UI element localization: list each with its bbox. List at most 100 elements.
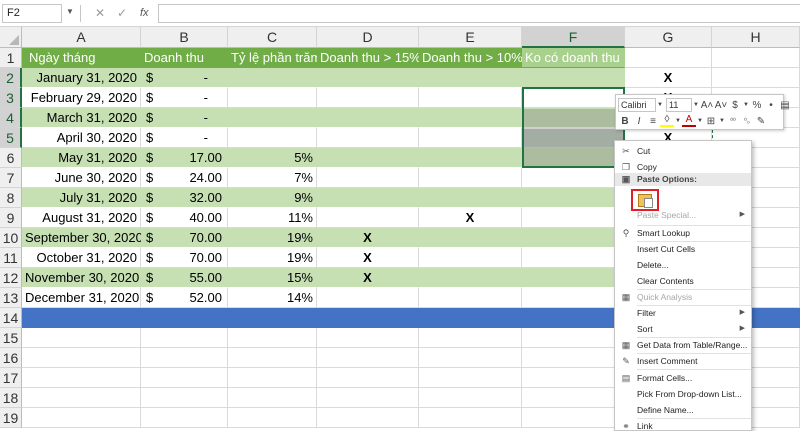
row-header[interactable]: 1 bbox=[0, 48, 22, 68]
cell-revenue[interactable]: $ - bbox=[141, 108, 228, 128]
cell-percent[interactable]: 14% bbox=[228, 288, 317, 308]
cell-no-revenue[interactable] bbox=[522, 288, 625, 308]
menu-item-link[interactable]: ⚭ Link bbox=[615, 418, 751, 431]
cell-revenue[interactable]: $ - bbox=[141, 128, 228, 148]
cell-revenue[interactable]: $17.00 bbox=[141, 148, 228, 168]
cell-date[interactable]: September 30, 2020 bbox=[22, 228, 143, 248]
row-header[interactable]: 4 bbox=[0, 108, 22, 128]
font-dropdown-icon[interactable]: ▼ bbox=[656, 102, 664, 108]
menu-item-sort[interactable]: Sort ▶ bbox=[615, 321, 751, 337]
cell-revenue-15[interactable]: X bbox=[317, 228, 419, 248]
cell-percent[interactable]: 19% bbox=[228, 248, 317, 268]
cell-revenue-10[interactable] bbox=[419, 188, 522, 208]
menu-item-cut[interactable]: ✂ Cut bbox=[615, 143, 751, 159]
cell-percent[interactable]: 15% bbox=[228, 268, 317, 288]
cancel-icon[interactable]: ✕ bbox=[95, 5, 105, 22]
insert-function-icon[interactable]: fx bbox=[140, 5, 149, 22]
row-header[interactable]: 15 bbox=[0, 328, 22, 348]
cell[interactable] bbox=[22, 308, 141, 328]
row-header[interactable]: 16 bbox=[0, 348, 22, 368]
cell-revenue-10[interactable] bbox=[419, 288, 522, 308]
align-icon[interactable]: ≡ bbox=[646, 116, 660, 127]
row-header[interactable]: 6 bbox=[0, 148, 22, 168]
cell[interactable] bbox=[419, 348, 522, 368]
column-header-b[interactable]: B bbox=[141, 27, 228, 48]
cell-date[interactable]: December 31, 2020 bbox=[22, 288, 141, 308]
cell-percent[interactable]: 19% bbox=[228, 228, 317, 248]
cell[interactable] bbox=[22, 368, 141, 388]
column-header-a[interactable]: A bbox=[22, 27, 141, 48]
cell-revenue-10[interactable] bbox=[419, 248, 522, 268]
cell-revenue-15[interactable] bbox=[317, 128, 419, 148]
cell[interactable] bbox=[22, 328, 141, 348]
cell-revenue-15[interactable] bbox=[317, 168, 419, 188]
cell[interactable] bbox=[419, 408, 522, 428]
cell-date[interactable]: February 29, 2020 bbox=[22, 88, 141, 108]
cell-percent[interactable] bbox=[228, 108, 317, 128]
cell-revenue-15[interactable] bbox=[317, 188, 419, 208]
cell-date[interactable]: November 30, 2020 bbox=[22, 268, 141, 288]
cell-no-revenue[interactable] bbox=[522, 68, 625, 88]
column-header-e[interactable]: E bbox=[419, 27, 522, 48]
column-header-g[interactable]: G bbox=[625, 27, 712, 48]
size-dropdown-icon[interactable]: ▼ bbox=[692, 102, 700, 108]
cell-no-revenue[interactable] bbox=[522, 268, 625, 288]
cell[interactable] bbox=[317, 408, 419, 428]
column-header-d[interactable]: D bbox=[317, 27, 419, 48]
cell[interactable]: Doanh thu > 10% bbox=[419, 48, 523, 68]
cell-no-revenue[interactable] bbox=[522, 208, 625, 228]
row-header[interactable]: 9 bbox=[0, 208, 22, 228]
cell[interactable] bbox=[228, 308, 317, 328]
menu-item-format-cells[interactable]: ▤ Format Cells... bbox=[615, 370, 751, 386]
cell-revenue[interactable]: $70.00 bbox=[141, 248, 228, 268]
decrease-decimal-icon[interactable]: ⁰₀ bbox=[740, 117, 754, 125]
cell[interactable]: Tỷ lệ phần trăm bbox=[228, 48, 321, 68]
cell-revenue-10[interactable] bbox=[419, 108, 522, 128]
cell-percent[interactable]: 5% bbox=[228, 148, 317, 168]
cell-date[interactable]: May 31, 2020 bbox=[22, 148, 141, 168]
shrink-font-icon[interactable]: A˅ bbox=[714, 100, 728, 111]
cell[interactable] bbox=[317, 328, 419, 348]
row-header[interactable]: 18 bbox=[0, 388, 22, 408]
cell[interactable] bbox=[228, 348, 317, 368]
cell[interactable] bbox=[141, 408, 228, 428]
menu-item-quick-analysis[interactable]: ▦ Quick Analysis bbox=[615, 289, 751, 305]
cell-percent[interactable] bbox=[228, 88, 317, 108]
menu-item-get-data[interactable]: ▦ Get Data from Table/Range... bbox=[615, 337, 751, 353]
cell[interactable] bbox=[317, 368, 419, 388]
fill-dropdown-icon[interactable]: ▼ bbox=[674, 118, 682, 124]
cell-revenue-10[interactable] bbox=[419, 128, 522, 148]
cell-revenue-15[interactable]: X bbox=[317, 268, 419, 288]
row-header[interactable]: 12 bbox=[0, 268, 22, 288]
cell-revenue-15[interactable] bbox=[317, 88, 419, 108]
cell-revenue[interactable]: $32.00 bbox=[141, 188, 228, 208]
cell-revenue-10[interactable]: X bbox=[419, 208, 522, 228]
cell[interactable] bbox=[419, 368, 522, 388]
cell-revenue[interactable]: $24.00 bbox=[141, 168, 228, 188]
row-header[interactable]: 7 bbox=[0, 168, 22, 188]
enter-icon[interactable]: ✓ bbox=[117, 5, 127, 22]
cell[interactable]: Doanh thu > 15% bbox=[317, 48, 421, 68]
row-header[interactable]: 8 bbox=[0, 188, 22, 208]
cell-date[interactable]: August 31, 2020 bbox=[22, 208, 141, 228]
bold-icon[interactable]: B bbox=[618, 116, 632, 127]
row-header[interactable]: 5 bbox=[0, 128, 22, 148]
cell-no-revenue[interactable] bbox=[522, 108, 625, 128]
row-header[interactable]: 2 bbox=[0, 68, 22, 88]
name-box-dropdown-icon[interactable]: ▼ bbox=[66, 7, 74, 16]
cell[interactable] bbox=[141, 328, 228, 348]
menu-item-smart-lookup[interactable]: ⚲ Smart Lookup bbox=[615, 225, 751, 241]
cell[interactable] bbox=[419, 308, 522, 328]
cell[interactable] bbox=[522, 328, 625, 348]
cell[interactable] bbox=[317, 348, 419, 368]
cell-date[interactable]: January 31, 2020 bbox=[22, 68, 141, 88]
cell-date[interactable]: June 30, 2020 bbox=[22, 168, 141, 188]
percent-icon[interactable]: % bbox=[750, 100, 764, 111]
cell-no-revenue[interactable] bbox=[522, 248, 625, 268]
cell-revenue-15[interactable] bbox=[317, 68, 419, 88]
column-header-c[interactable]: C bbox=[228, 27, 317, 48]
cell-revenue-10[interactable] bbox=[419, 88, 522, 108]
cell-revenue[interactable]: $ - bbox=[141, 68, 228, 88]
cell[interactable] bbox=[419, 328, 522, 348]
menu-item-define-name[interactable]: Define Name... bbox=[615, 402, 751, 418]
